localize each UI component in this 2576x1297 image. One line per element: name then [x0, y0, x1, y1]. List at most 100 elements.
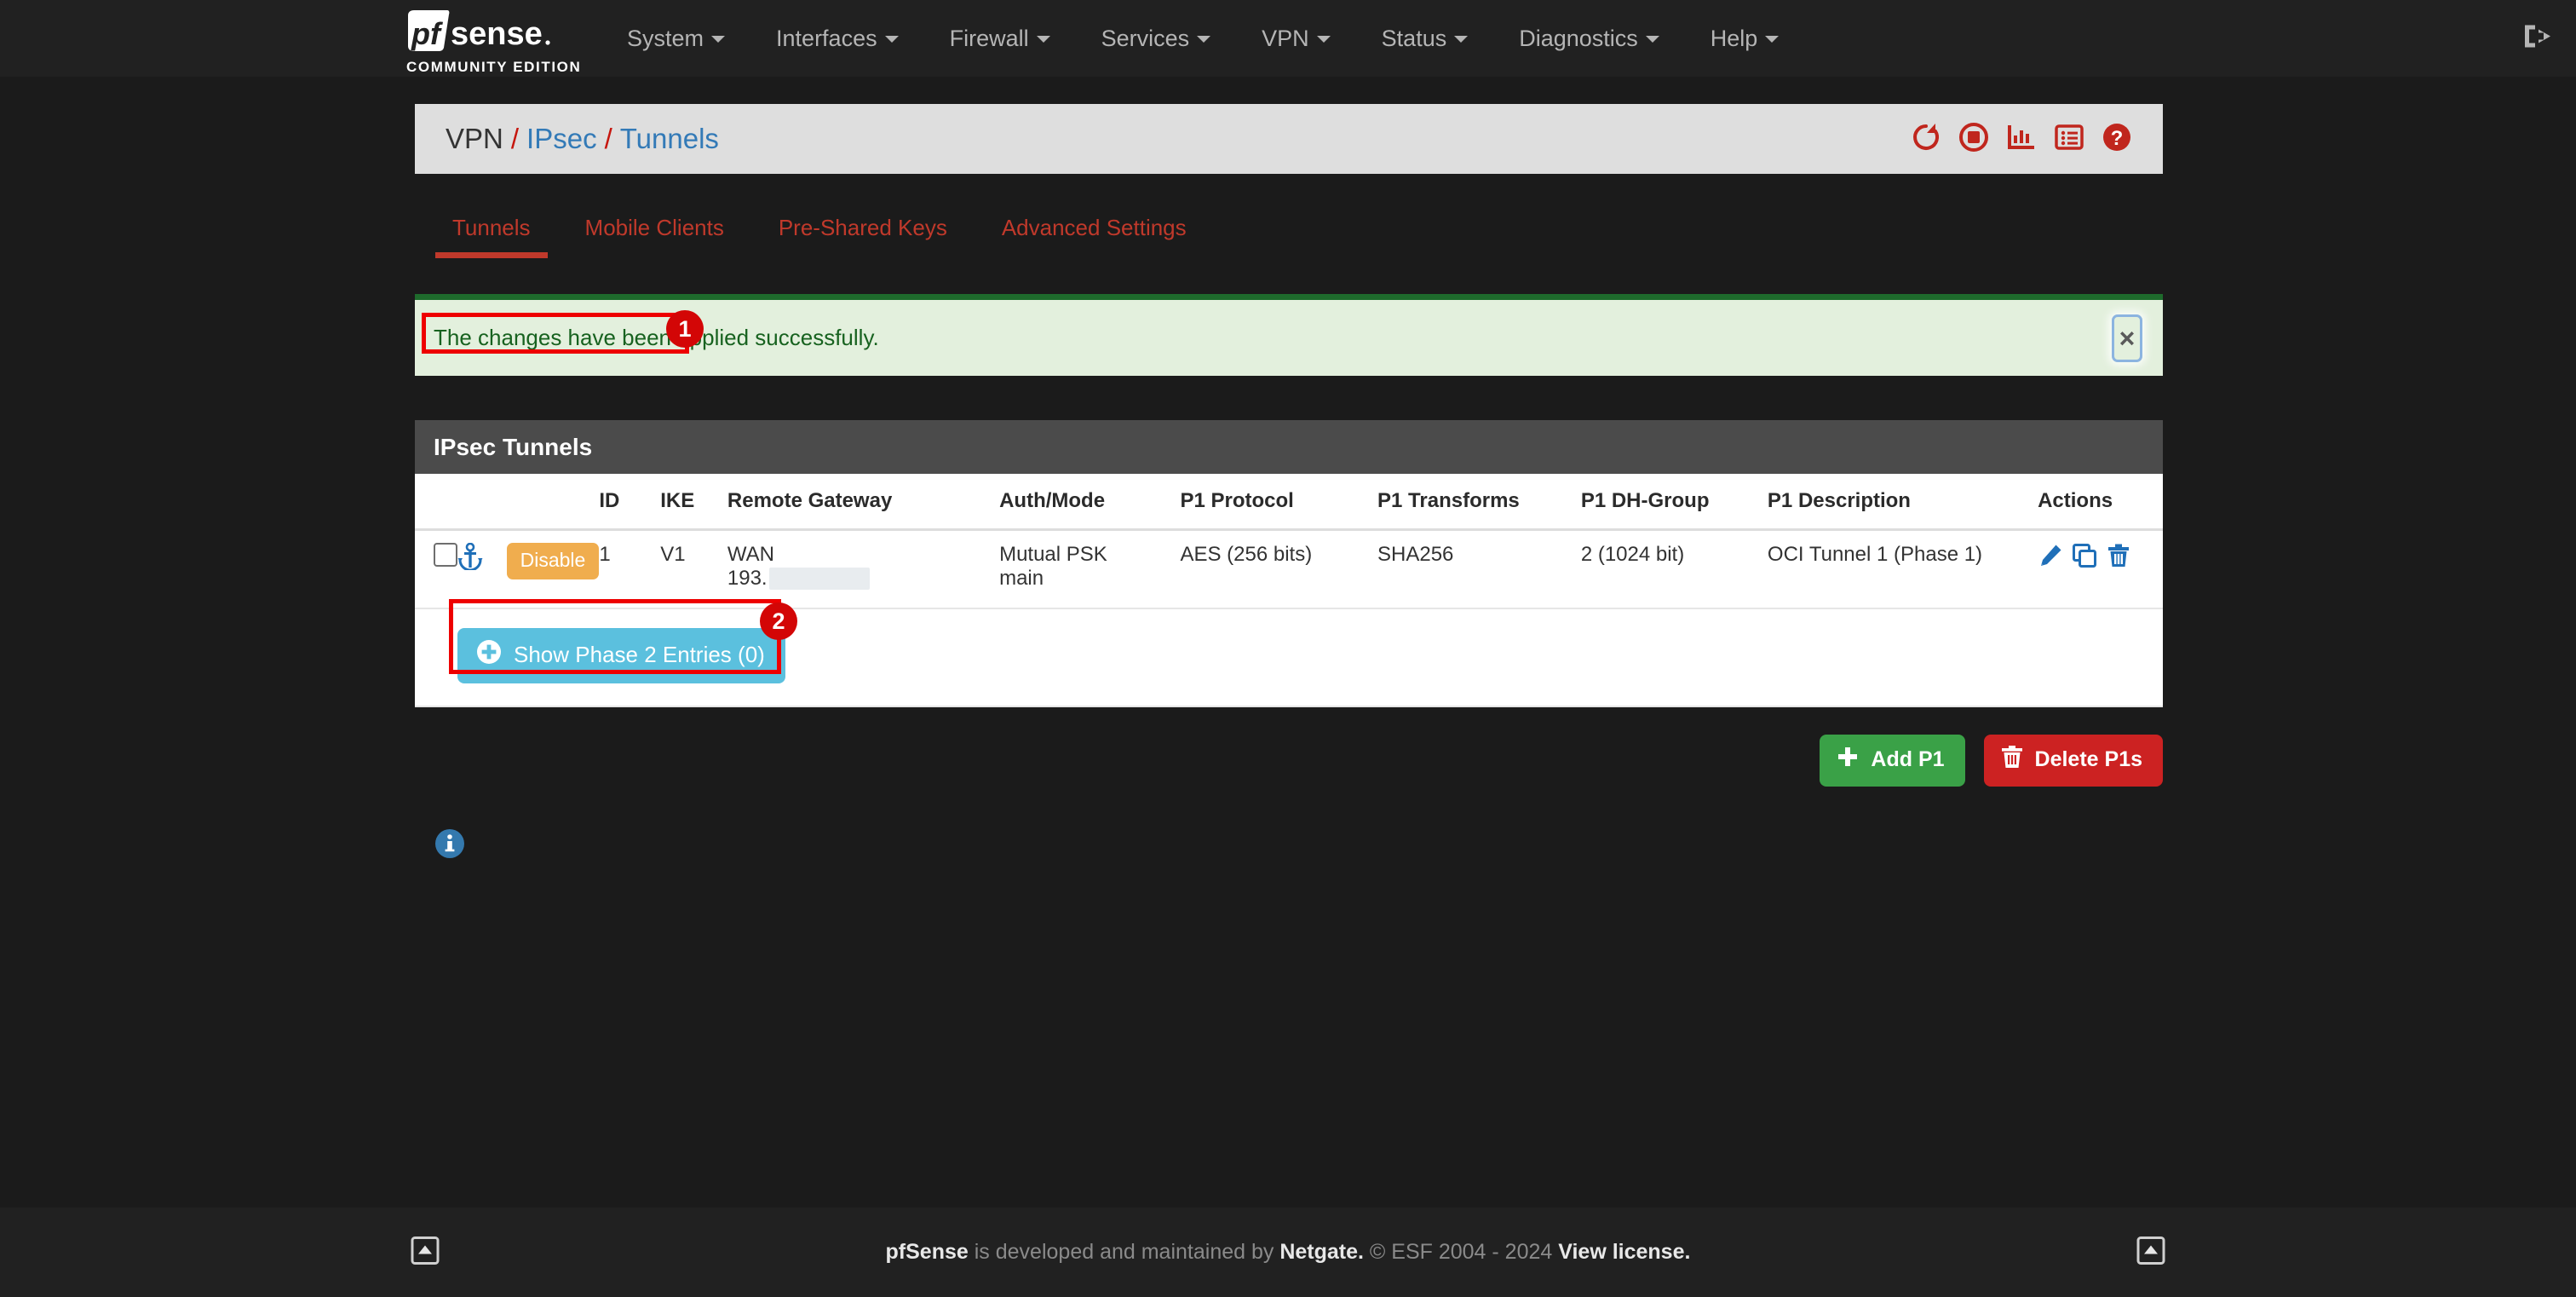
alert-close-button[interactable]: ×	[2112, 314, 2142, 362]
col-p1-dh-group: P1 DH-Group	[1580, 474, 1768, 531]
cell-p1-description: OCI Tunnel 1 (Phase 1)	[1767, 529, 2038, 609]
nav-item-diagnostics[interactable]: Diagnostics	[1493, 0, 1685, 77]
brand-subtitle: COMMUNITY EDITION	[406, 59, 582, 75]
main-menu: System Interfaces Firewall Services VPN …	[601, 0, 1804, 77]
breadcrumb-ipsec[interactable]: IPsec	[526, 123, 597, 155]
tab-advanced-settings[interactable]: Advanced Settings	[975, 203, 1214, 255]
cell-p1-dh-group: 2 (1024 bit)	[1580, 529, 1768, 609]
col-toggle	[506, 474, 600, 531]
delete-p1s-label: Delete P1s	[2034, 747, 2142, 771]
chevron-down-icon	[1316, 36, 1331, 43]
chevron-down-icon	[1765, 36, 1780, 43]
delete-p1s-button[interactable]: Delete P1s	[1983, 735, 2163, 787]
show-phase2-button[interactable]: Show Phase 2 Entries (0)	[457, 628, 785, 683]
tab-pre-shared-keys[interactable]: Pre-Shared Keys	[751, 203, 975, 255]
tab-tunnels[interactable]: Tunnels	[425, 203, 558, 258]
nav-item-system[interactable]: System	[601, 0, 750, 77]
nav-item-interfaces[interactable]: Interfaces	[750, 0, 924, 77]
p2-button-cell: Show Phase 2 Entries (0) 2	[449, 599, 2163, 707]
page-header: VPN / IPsec / Tunnels ?	[415, 104, 2163, 174]
restart-service-icon[interactable]	[1911, 122, 1941, 157]
footer-brand: pfSense	[885, 1240, 969, 1264]
footer-text: pfSense is developed and maintained by N…	[886, 1240, 1691, 1265]
caret-square-up-icon[interactable]	[2136, 1236, 2165, 1269]
breadcrumb-separator: /	[604, 123, 612, 154]
col-select	[415, 474, 457, 531]
table-row: Disable 1 V1 WAN 193. Mutual PSK main AE…	[415, 529, 2163, 609]
copy-p1-icon[interactable]	[2072, 543, 2097, 574]
gateway-address: 193.	[727, 567, 768, 590]
top-navbar: pf sense COMMUNITY EDITION System Interf…	[0, 0, 2576, 77]
table-body: Disable 1 V1 WAN 193. Mutual PSK main AE…	[415, 529, 2163, 707]
ipsec-tunnels-table: ID IKE Remote Gateway Auth/Mode P1 Proto…	[415, 474, 2163, 707]
tab-mobile-clients[interactable]: Mobile Clients	[558, 203, 751, 255]
nav-item-vpn[interactable]: VPN	[1236, 0, 1356, 77]
plus-circle-icon	[476, 639, 502, 671]
edit-p1-icon[interactable]	[2038, 543, 2063, 574]
logout-icon[interactable]	[2521, 22, 2554, 55]
cell-p1-transforms: SHA256	[1377, 529, 1581, 609]
col-p1-description: P1 Description	[1767, 474, 2038, 531]
disable-tunnel-button[interactable]: Disable	[506, 543, 600, 579]
row-anchor-cell	[457, 529, 507, 609]
breadcrumb-root: VPN	[446, 123, 503, 154]
log-list-icon[interactable]	[2054, 122, 2084, 157]
nav-item-status[interactable]: Status	[1356, 0, 1494, 77]
chevron-down-icon	[711, 36, 726, 43]
nav-item-services[interactable]: Services	[1076, 0, 1237, 77]
page-header-actions: ?	[1911, 122, 2132, 157]
row-checkbox[interactable]	[434, 543, 457, 567]
col-auth-mode: Auth/Mode	[999, 474, 1181, 531]
pfsense-brand[interactable]: pf sense COMMUNITY EDITION	[406, 9, 581, 76]
footer-netgate[interactable]: Netgate.	[1279, 1240, 1364, 1264]
chevron-down-icon	[884, 36, 899, 43]
caret-square-up-icon[interactable]	[411, 1236, 440, 1269]
breadcrumb-tunnels[interactable]: Tunnels	[620, 123, 719, 155]
pfsense-webgui-page: pf sense COMMUNITY EDITION System Interf…	[0, 0, 2576, 1297]
panel-heading: IPsec Tunnels	[415, 420, 2163, 474]
annotation-badge-1: 1	[666, 310, 704, 348]
stop-service-icon[interactable]	[1958, 122, 1989, 157]
panel-body: ID IKE Remote Gateway Auth/Mode P1 Proto…	[415, 474, 2163, 707]
annotation-badge-2: 2	[760, 602, 797, 640]
info-circle-icon[interactable]	[434, 829, 466, 863]
mode-value: main	[999, 567, 1044, 590]
help-icon[interactable]: ?	[2102, 122, 2132, 157]
chevron-down-icon	[1454, 36, 1469, 43]
phase2-toggle-row: Show Phase 2 Entries (0) 2	[415, 599, 2163, 707]
status-chart-icon[interactable]	[2006, 122, 2037, 157]
main-content: VPN / IPsec / Tunnels ? Tunnels Mobile C…	[415, 104, 2163, 864]
cell-id: 1	[599, 529, 661, 609]
footer-middle: is developed and maintained by	[968, 1240, 1280, 1264]
gateway-interface: WAN	[727, 543, 774, 566]
auth-value: Mutual PSK	[999, 543, 1107, 566]
chevron-down-icon	[1645, 36, 1659, 43]
col-id: ID	[599, 474, 661, 531]
info-row	[415, 827, 2163, 864]
nav-item-firewall[interactable]: Firewall	[924, 0, 1076, 77]
ipsec-tunnels-panel: IPsec Tunnels ID IKE Remote Gateway Auth…	[415, 420, 2163, 707]
ipsec-tabs: Tunnels Mobile Clients Pre-Shared Keys A…	[415, 203, 2163, 258]
breadcrumb-separator: /	[510, 123, 520, 154]
svg-text:pf: pf	[411, 16, 443, 51]
page-footer: pfSense is developed and maintained by N…	[0, 1208, 2576, 1297]
cell-ike: V1	[660, 529, 727, 609]
trash-icon	[2001, 745, 2023, 775]
svg-text:sense: sense	[451, 16, 543, 52]
delete-p1-icon[interactable]	[2106, 543, 2131, 574]
table-header-row: ID IKE Remote Gateway Auth/Mode P1 Proto…	[415, 474, 2163, 531]
p2-spacer-cell	[415, 608, 457, 707]
table-head: ID IKE Remote Gateway Auth/Mode P1 Proto…	[415, 474, 2163, 531]
col-ike: IKE	[660, 474, 727, 531]
add-p1-label: Add P1	[1871, 747, 1945, 771]
col-p1-transforms: P1 Transforms	[1377, 474, 1581, 531]
nav-item-help[interactable]: Help	[1685, 0, 1805, 77]
footer-license-link[interactable]: View license.	[1558, 1240, 1690, 1264]
close-icon: ×	[2119, 322, 2136, 354]
col-p1-protocol: P1 Protocol	[1180, 474, 1378, 531]
row-select-cell	[415, 529, 457, 609]
add-p1-button[interactable]: Add P1	[1820, 735, 1965, 787]
cell-auth-mode: Mutual PSK main	[999, 529, 1181, 609]
anchor-icon[interactable]	[457, 542, 483, 575]
col-remote-gateway: Remote Gateway	[727, 474, 1000, 531]
